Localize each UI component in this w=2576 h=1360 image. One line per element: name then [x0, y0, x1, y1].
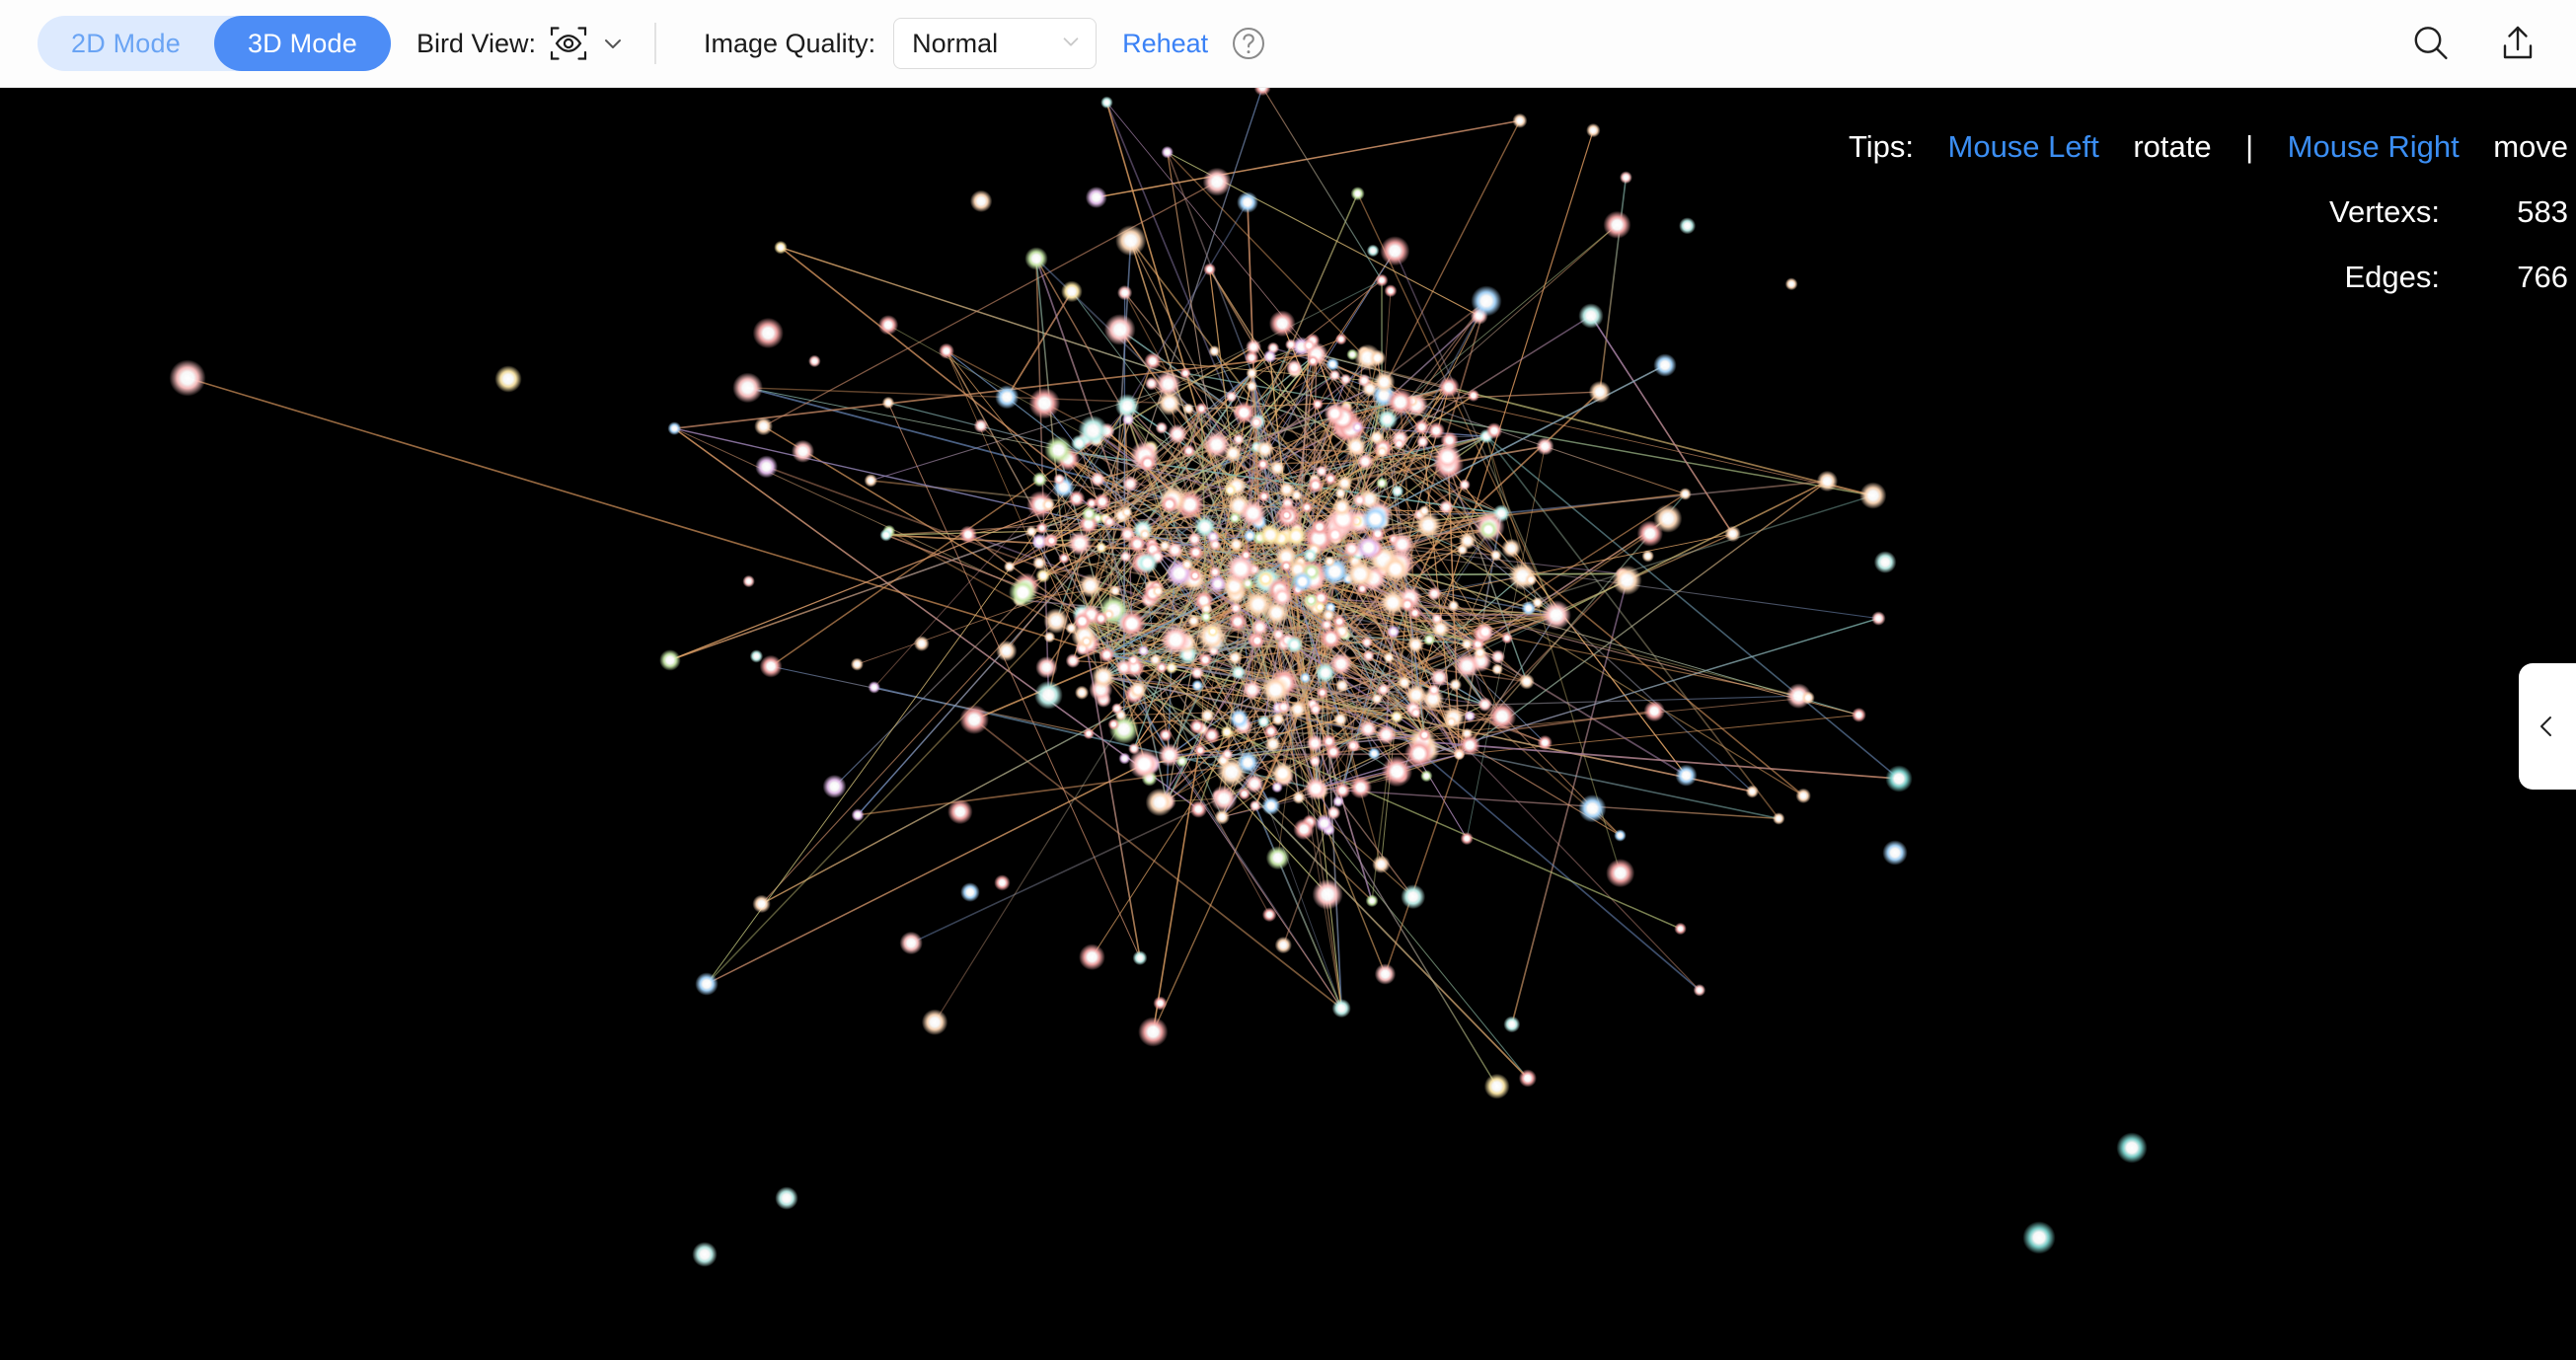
image-quality-chevron-down-icon: [1060, 31, 1082, 57]
toolbar: 2D Mode 3D Mode Bird View: Image Quality…: [0, 0, 2576, 88]
toolbar-divider: [654, 23, 656, 64]
bird-view-chevron-down-icon[interactable]: [601, 32, 625, 55]
image-quality-value: Normal: [912, 28, 999, 58]
chevron-left-icon: [2535, 714, 2560, 739]
graph-visualizer-app: 2D Mode 3D Mode Bird View: Image Quality…: [0, 0, 2576, 1360]
view-mode-toggle-group[interactable]: 2D Mode 3D Mode: [38, 16, 391, 71]
toolbar-right-group: [2408, 21, 2540, 66]
search-icon[interactable]: [2408, 21, 2454, 66]
bird-view-label: Bird View:: [416, 28, 536, 58]
bird-view-control[interactable]: Bird View:: [417, 23, 625, 64]
graph-canvas[interactable]: Tips: Mouse Left rotate | Mouse Right mo…: [0, 88, 2576, 1360]
image-quality-label: Image Quality:: [704, 28, 876, 58]
eye-focus-icon[interactable]: [548, 23, 589, 64]
image-quality-control: Image Quality: Normal: [704, 18, 1098, 69]
question-circle-icon[interactable]: [1208, 25, 1267, 62]
share-upload-icon[interactable]: [2495, 21, 2540, 66]
reheat-button[interactable]: Reheat: [1122, 29, 1208, 59]
force-graph-3d[interactable]: [0, 88, 2576, 1360]
panel-expand-handle[interactable]: [2519, 663, 2576, 790]
mode-2d-button[interactable]: 2D Mode: [38, 16, 214, 71]
toolbar-left-group: 2D Mode 3D Mode Bird View: Image Quality…: [38, 16, 1267, 71]
mode-3d-button[interactable]: 3D Mode: [213, 16, 391, 71]
image-quality-select[interactable]: Normal: [893, 18, 1098, 69]
